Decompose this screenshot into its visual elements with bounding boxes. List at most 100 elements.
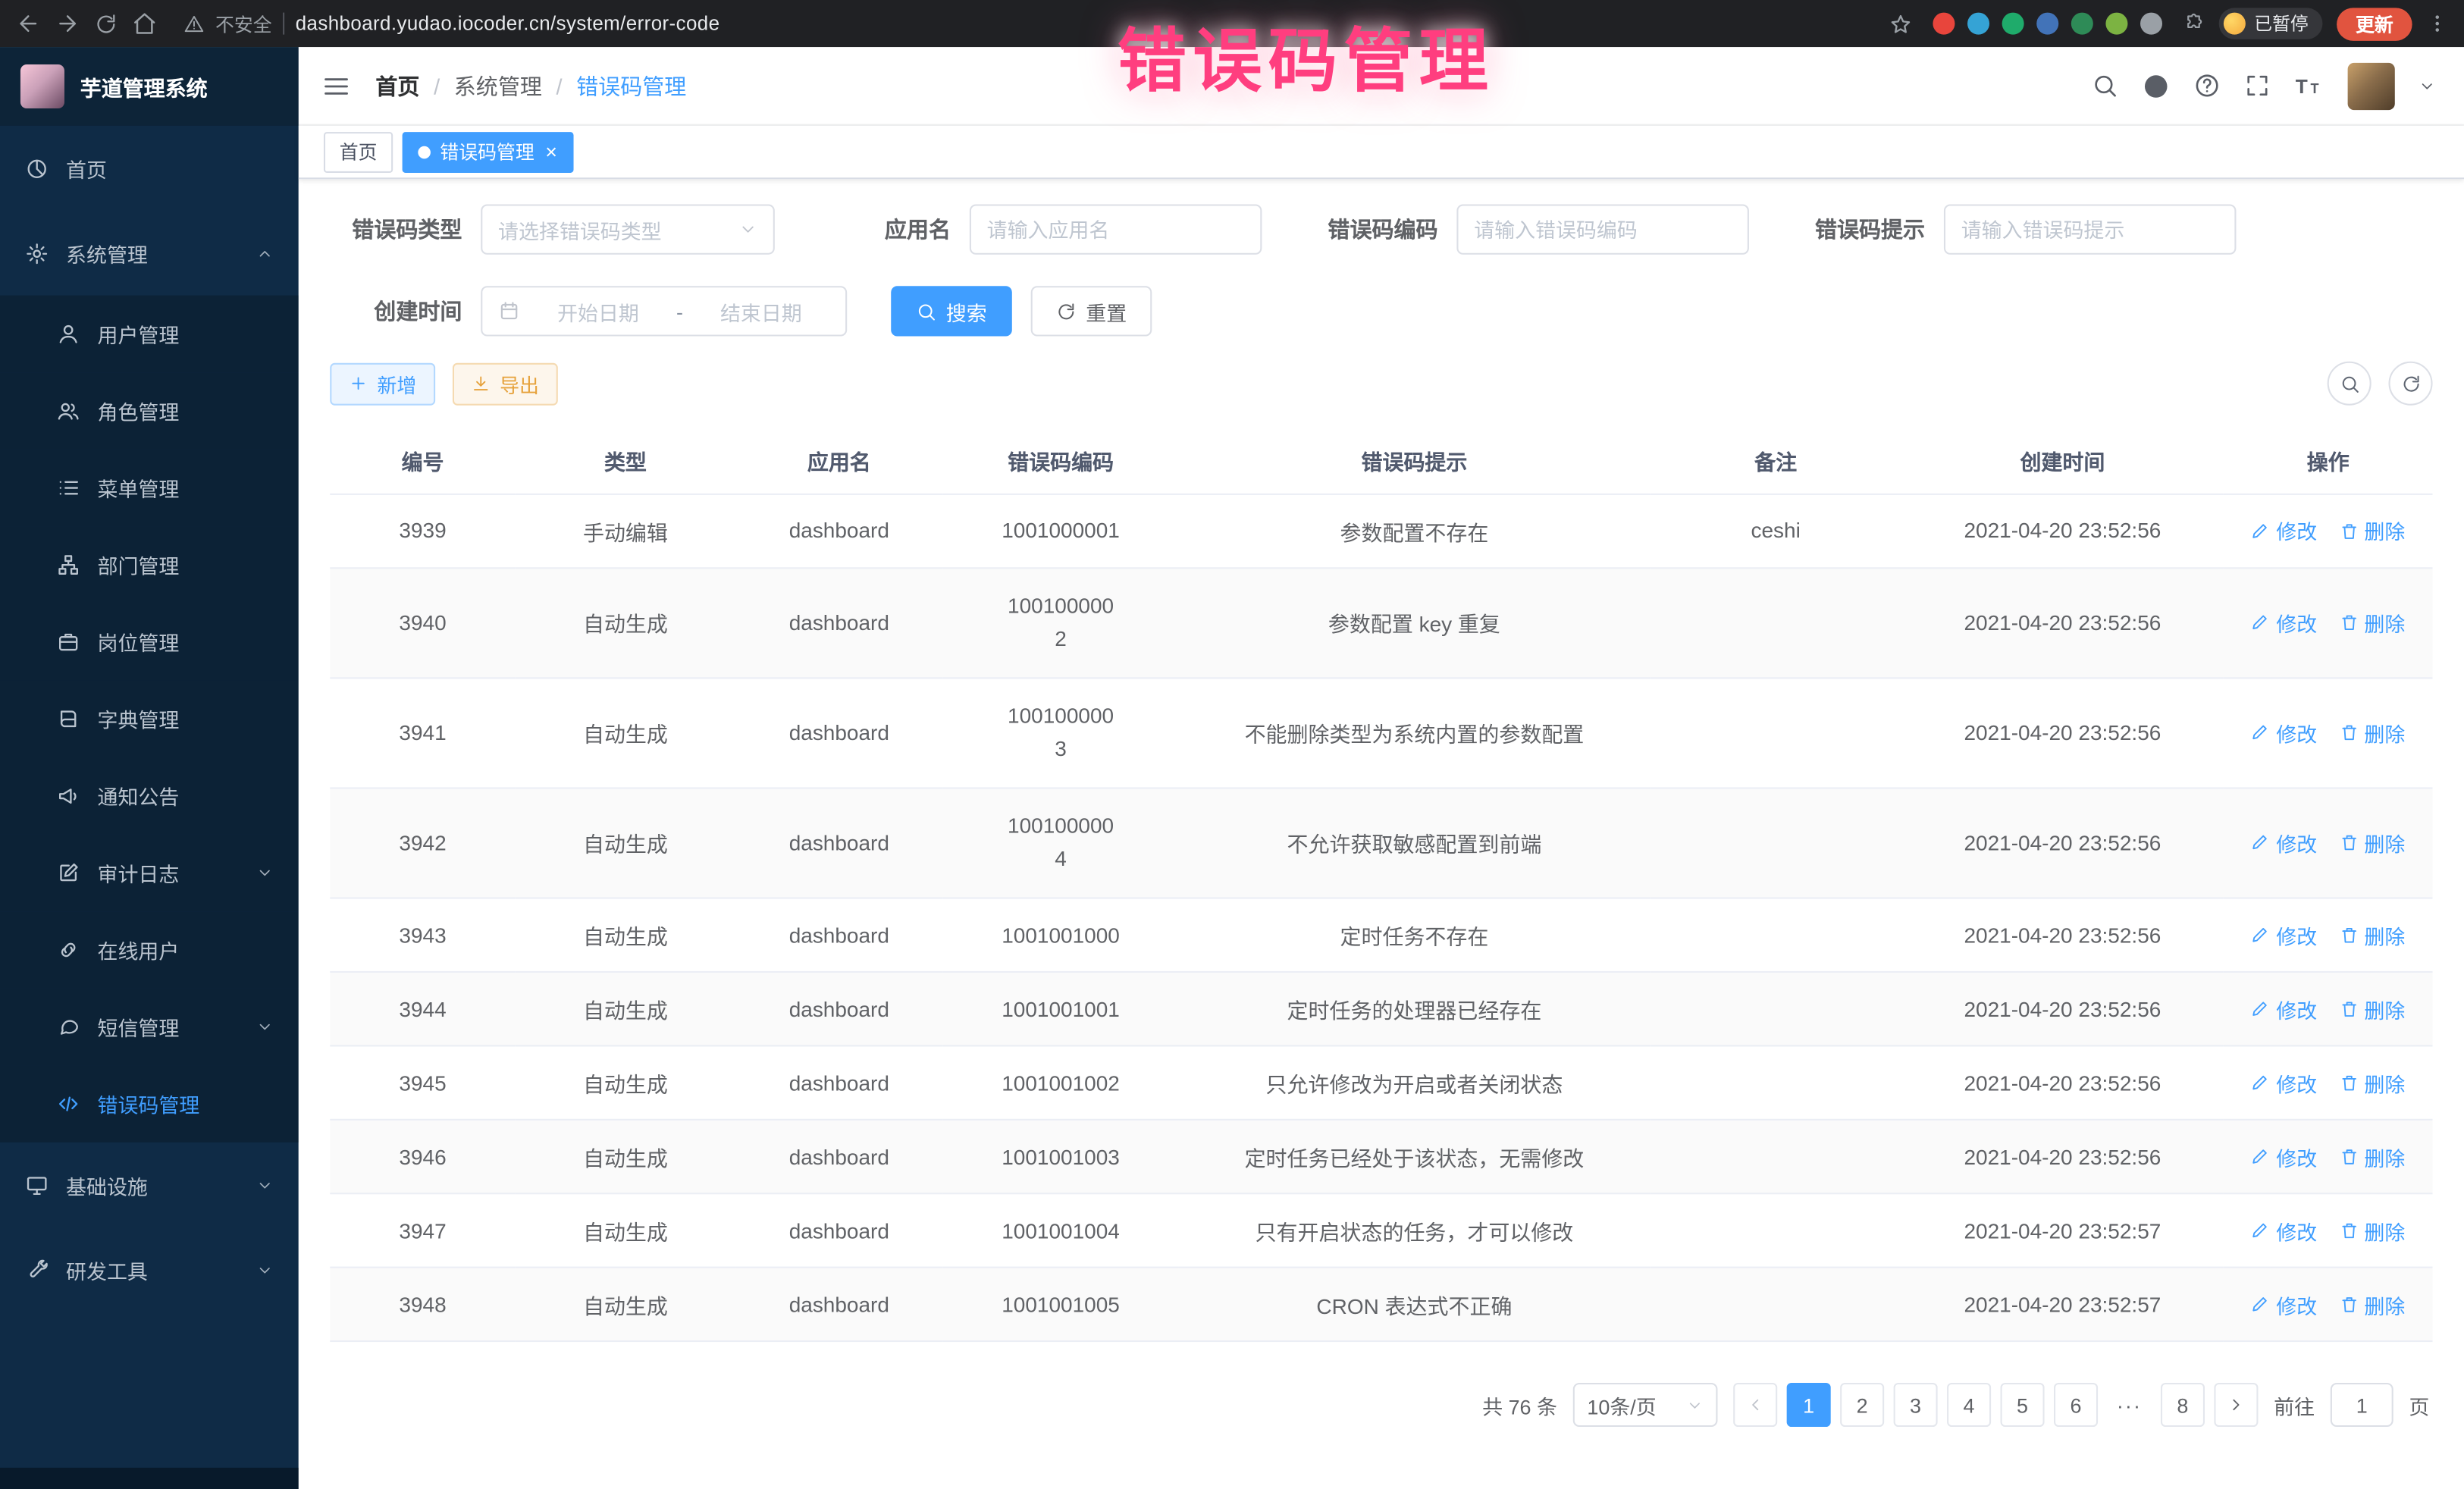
cell-hint: 不能删除类型为系统内置的参数配置 — [1179, 678, 1651, 788]
sidebar-item-1[interactable]: 首页 — [0, 126, 299, 211]
cell-remark — [1650, 678, 1901, 788]
toggle-search-button[interactable] — [2328, 362, 2372, 406]
extension-icon[interactable] — [2003, 13, 2025, 35]
extension-icon[interactable] — [2037, 13, 2059, 35]
delete-row-button[interactable]: 删除 — [2339, 718, 2405, 748]
add-button[interactable]: 新增 — [330, 362, 435, 405]
paused-badge[interactable]: 已暂停 — [2220, 8, 2323, 39]
browser-home-icon[interactable] — [132, 11, 157, 36]
delete-row-button[interactable]: 删除 — [2339, 994, 2405, 1023]
tab-1[interactable]: 首页 — [324, 131, 393, 172]
delete-row-button[interactable]: 删除 — [2339, 828, 2405, 857]
browser-update-button[interactable]: 更新 — [2337, 7, 2412, 40]
bookmark-star-icon[interactable] — [1889, 12, 1913, 36]
sidebar-item-7[interactable]: 岗位管理 — [0, 603, 299, 681]
delete-row-button[interactable]: 删除 — [2339, 1068, 2405, 1098]
extension-icon[interactable] — [1933, 13, 1955, 35]
search-button[interactable]: 搜索 — [891, 286, 1012, 336]
app-title: 芋道管理系统 — [80, 71, 208, 102]
error-code-input[interactable] — [1474, 218, 1732, 241]
breadcrumb-system[interactable]: 系统管理 — [454, 70, 542, 101]
sidebar-item-14[interactable]: 基础设施 — [0, 1143, 299, 1227]
sidebar-item-15[interactable]: 研发工具 — [0, 1227, 299, 1312]
edit-row-button[interactable]: 修改 — [2251, 607, 2317, 637]
collapse-sidebar-icon[interactable] — [322, 71, 350, 99]
filter-type-label: 错误码类型 — [330, 214, 462, 245]
delete-row-button[interactable]: 删除 — [2339, 607, 2405, 637]
error-hint-input[interactable] — [1961, 218, 2219, 241]
edit-row-button[interactable]: 修改 — [2251, 994, 2317, 1023]
breadcrumb-home[interactable]: 首页 — [375, 70, 419, 101]
error-code-type-select[interactable]: 请选择错误码类型 — [481, 204, 775, 254]
edit-row-button[interactable]: 修改 — [2251, 828, 2317, 857]
header-search-icon[interactable] — [2092, 72, 2118, 99]
pager-ellipsis[interactable]: ··· — [2107, 1383, 2151, 1427]
sidebar-item-4[interactable]: 角色管理 — [0, 372, 299, 450]
address-bar[interactable]: 不安全 dashboard.yudao.iocoder.cn/system/er… — [184, 10, 1876, 36]
user-avatar[interactable] — [2348, 62, 2395, 109]
github-icon[interactable] — [2142, 71, 2170, 99]
tab-2[interactable]: 错误码管理 × — [403, 131, 573, 172]
sidebar-item-3[interactable]: 用户管理 — [0, 296, 299, 373]
sidebar-item-11[interactable]: 在线用户 — [0, 911, 299, 989]
page-button[interactable]: 8 — [2161, 1383, 2205, 1427]
sidebar-item-13[interactable]: 错误码管理 — [0, 1065, 299, 1143]
reset-button[interactable]: 重置 — [1031, 286, 1152, 336]
delete-row-button[interactable]: 删除 — [2339, 1290, 2405, 1319]
delete-row-button[interactable]: 删除 — [2339, 1142, 2405, 1171]
goto-page-input[interactable] — [2331, 1383, 2393, 1427]
browser-menu-icon[interactable] — [2426, 13, 2448, 35]
extensions-puzzle-icon[interactable] — [2183, 13, 2205, 35]
delete-icon — [2339, 521, 2358, 540]
edit-row-button[interactable]: 修改 — [2251, 1290, 2317, 1319]
sidebar-item-8[interactable]: 字典管理 — [0, 680, 299, 757]
next-page-button[interactable] — [2214, 1383, 2258, 1427]
sidebar-item-12[interactable]: 短信管理 — [0, 989, 299, 1066]
browser-reload-icon[interactable] — [94, 12, 118, 36]
edit-row-button[interactable]: 修改 — [2251, 920, 2317, 950]
column-header: 错误码提示 — [1179, 428, 1651, 494]
prev-page-button[interactable] — [1733, 1383, 1777, 1427]
extension-icon[interactable] — [1968, 13, 1990, 35]
page-button[interactable]: 1 — [1787, 1383, 1831, 1427]
app-name-input[interactable] — [987, 218, 1245, 241]
page-button[interactable]: 4 — [1947, 1383, 1991, 1427]
edit-row-button[interactable]: 修改 — [2251, 516, 2317, 545]
filter-row-1: 错误码类型 请选择错误码类型 应用名 错误码编码 — [330, 204, 2432, 254]
edit-row-button[interactable]: 修改 — [2251, 1142, 2317, 1171]
export-button[interactable]: 导出 — [453, 362, 558, 405]
tab-label: 错误码管理 — [440, 138, 534, 165]
refresh-table-button[interactable] — [2389, 362, 2433, 406]
tab-close-icon[interactable]: × — [545, 142, 557, 162]
help-icon[interactable] — [2193, 72, 2220, 99]
delete-row-button[interactable]: 删除 — [2339, 920, 2405, 950]
sidebar-item-5[interactable]: 菜单管理 — [0, 450, 299, 527]
extension-icon[interactable] — [2072, 13, 2094, 35]
page-size-select[interactable]: 10条/页 — [1573, 1383, 1718, 1427]
edit-row-button[interactable]: 修改 — [2251, 1068, 2317, 1098]
cell-id: 3945 — [330, 1046, 516, 1120]
app-logo[interactable]: 芋道管理系统 — [0, 47, 299, 126]
fullscreen-icon[interactable] — [2244, 72, 2271, 99]
sidebar-item-10[interactable]: 审计日志 — [0, 835, 299, 912]
sidebar-item-6[interactable]: 部门管理 — [0, 526, 299, 603]
delete-row-button[interactable]: 删除 — [2339, 1215, 2405, 1245]
sidebar-item-9[interactable]: 通知公告 — [0, 757, 299, 835]
date-range-picker[interactable]: 开始日期 - 结束日期 — [481, 286, 847, 336]
page-button[interactable]: 6 — [2054, 1383, 2098, 1427]
sidebar-item-2[interactable]: 系统管理 — [0, 211, 299, 296]
edit-row-button[interactable]: 修改 — [2251, 1215, 2317, 1245]
page-button[interactable]: 5 — [2000, 1383, 2044, 1427]
browser-forward-icon[interactable] — [55, 11, 80, 36]
browser-back-icon[interactable] — [16, 11, 41, 36]
page-button[interactable]: 2 — [1840, 1383, 1884, 1427]
extension-icon[interactable] — [2141, 13, 2163, 35]
page-button[interactable]: 3 — [1894, 1383, 1938, 1427]
goto-label: 前往 — [2274, 1390, 2315, 1419]
edit-row-button[interactable]: 修改 — [2251, 718, 2317, 748]
user-menu-caret-icon[interactable] — [2419, 77, 2436, 95]
extension-icon[interactable] — [2106, 13, 2128, 35]
edit-label: 修改 — [2276, 994, 2317, 1023]
delete-row-button[interactable]: 删除 — [2339, 516, 2405, 545]
font-size-icon[interactable]: TT — [2294, 71, 2324, 100]
